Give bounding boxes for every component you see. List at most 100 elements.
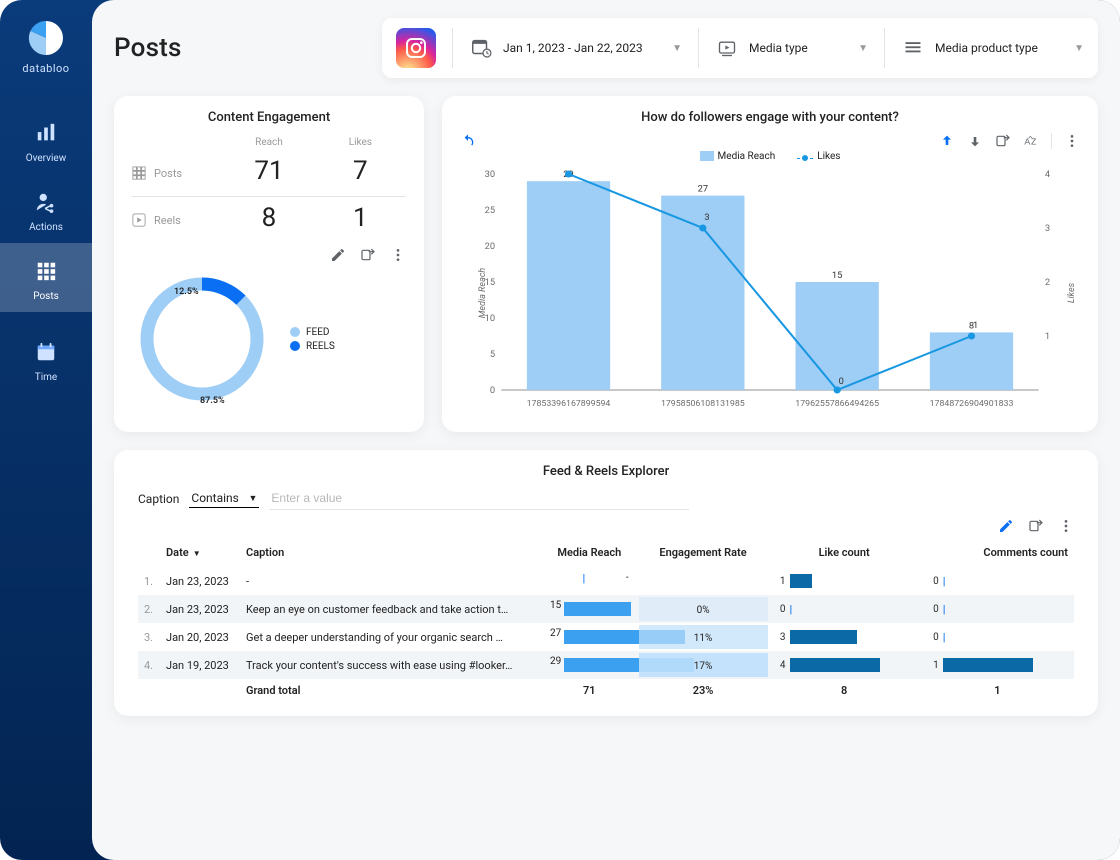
- filter-value-input[interactable]: [269, 487, 689, 510]
- svg-text:5: 5: [490, 350, 495, 360]
- more-icon[interactable]: [1058, 518, 1074, 534]
- export-icon[interactable]: [1028, 518, 1044, 534]
- export-icon[interactable]: [995, 133, 1011, 149]
- instagram-badge: [396, 28, 436, 68]
- nav-item-actions[interactable]: Actions: [0, 174, 92, 243]
- svg-text:27: 27: [698, 185, 708, 195]
- donut-chart: 12.5% 87.5%: [132, 269, 272, 409]
- nav-item-label: Overview: [26, 153, 67, 164]
- combo-chart: Media Reach Likes 0510152025301234291785…: [460, 168, 1080, 418]
- table-row[interactable]: 2.Jan 23, 2023Keep an eye on customer fe…: [138, 595, 1074, 623]
- sort-az-icon[interactable]: AZ: [1023, 133, 1039, 149]
- card-title: How do followers engage with your conten…: [460, 110, 1080, 125]
- filter-strip: Jan 1, 2023 - Jan 22, 2023 ▼ Media type …: [382, 18, 1098, 78]
- content-engagement-card: Content Engagement Reach Likes Posts 71 …: [114, 96, 424, 432]
- chevron-down-icon: ▼: [858, 43, 868, 54]
- svg-text:17853396167899594: 17853396167899594: [527, 399, 611, 409]
- reels-likes-value: 1: [315, 197, 406, 243]
- play-box-icon: [715, 36, 739, 60]
- col-date[interactable]: Date▼: [160, 538, 240, 567]
- arrow-down-icon[interactable]: [967, 133, 983, 149]
- feed-pct-label: 87.5%: [200, 396, 225, 406]
- table-row[interactable]: 3.Jan 20, 2023Get a deeper understanding…: [138, 623, 1074, 651]
- col-caption[interactable]: Caption: [240, 538, 540, 567]
- more-icon[interactable]: [1064, 133, 1080, 149]
- card-title: Feed & Reels Explorer: [138, 464, 1074, 479]
- sidebar: databloo Overview Actions Posts Time: [0, 0, 92, 860]
- svg-text:4: 4: [1045, 170, 1050, 180]
- col-comments[interactable]: Comments count: [921, 538, 1074, 567]
- table-row[interactable]: 4.Jan 19, 2023Track your content's succe…: [138, 651, 1074, 679]
- svg-text:20: 20: [485, 242, 495, 252]
- reels-row-label: Reels: [132, 197, 223, 243]
- topbar: Posts Jan 1, 2023 - Jan 22, 2023 ▼: [114, 18, 1098, 78]
- reels-reach-value: 8: [223, 197, 314, 243]
- calendar-icon: [32, 338, 60, 366]
- chart-legend: Media Reach Likes: [460, 151, 1080, 162]
- followers-engage-chart-card: How do followers engage with your conten…: [442, 96, 1098, 432]
- nav-item-overview[interactable]: Overview: [0, 105, 92, 174]
- undo-icon[interactable]: [460, 133, 476, 149]
- bars-icon: [32, 119, 60, 147]
- explorer-table: Date▼ Caption Media Reach Engagement Rat…: [138, 538, 1074, 702]
- nav-item-label: Actions: [29, 222, 63, 233]
- media-product-type-filter[interactable]: Media product type ▼: [884, 28, 1084, 68]
- main-content: Posts Jan 1, 2023 - Jan 22, 2023 ▼: [92, 0, 1120, 860]
- posts-reach-value: 71: [223, 150, 314, 196]
- calendar-clock-icon: [469, 36, 493, 60]
- donut-legend: FEED REELS: [290, 324, 335, 355]
- more-icon[interactable]: [390, 247, 406, 263]
- date-range-filter[interactable]: Jan 1, 2023 - Jan 22, 2023 ▼: [452, 28, 682, 68]
- nav-item-posts[interactable]: Posts: [0, 243, 92, 312]
- reach-header: Reach: [223, 133, 314, 150]
- col-eng[interactable]: Engagement Rate: [639, 538, 768, 567]
- export-icon[interactable]: [360, 247, 376, 263]
- svg-text:A: A: [1024, 136, 1030, 146]
- col-reach[interactable]: Media Reach: [540, 538, 639, 567]
- grand-total-row: Grand total 71 23% 8 1: [138, 679, 1074, 702]
- media-type-filter[interactable]: Media type ▼: [698, 28, 868, 68]
- play-small-icon: [132, 213, 146, 227]
- svg-text:3: 3: [704, 213, 709, 223]
- table-row[interactable]: 1.Jan 23, 2023--|10|: [138, 567, 1074, 595]
- svg-text:0: 0: [490, 386, 495, 396]
- filter-operator-select[interactable]: Contains ▼: [189, 489, 259, 508]
- svg-text:15: 15: [832, 271, 842, 281]
- nav-item-label: Time: [35, 372, 57, 383]
- brand-logo: [26, 18, 66, 58]
- svg-text:1: 1: [973, 321, 978, 331]
- media-product-type-label: Media product type: [935, 41, 1038, 55]
- card-title: Content Engagement: [132, 110, 406, 125]
- page-title: Posts: [114, 33, 182, 63]
- list-icon: [901, 36, 925, 60]
- svg-text:17958506108131985: 17958506108131985: [661, 399, 745, 409]
- media-type-label: Media type: [749, 41, 808, 55]
- date-range-value: Jan 1, 2023 - Jan 22, 2023: [503, 41, 643, 55]
- nav-item-label: Posts: [33, 291, 59, 302]
- table-header-row: Date▼ Caption Media Reach Engagement Rat…: [138, 538, 1074, 567]
- feed-reels-explorer-card: Feed & Reels Explorer Caption Contains ▼: [114, 450, 1098, 716]
- svg-text:4: 4: [570, 168, 575, 169]
- edit-icon[interactable]: [330, 247, 346, 263]
- filter-field-label: Caption: [138, 492, 179, 506]
- chevron-down-icon: ▼: [1074, 43, 1084, 54]
- svg-text:25: 25: [485, 206, 495, 216]
- likes-header: Likes: [315, 133, 406, 150]
- grid-icon: [32, 257, 60, 285]
- svg-text:17962557866494265: 17962557866494265: [795, 399, 879, 409]
- edit-icon[interactable]: [998, 518, 1014, 534]
- nav-item-time[interactable]: Time: [0, 324, 92, 393]
- svg-text:2: 2: [1045, 278, 1050, 288]
- svg-text:17848726904901833: 17848726904901833: [930, 399, 1014, 409]
- brand-name: databloo: [22, 62, 69, 75]
- svg-text:0: 0: [839, 377, 844, 387]
- posts-likes-value: 7: [315, 150, 406, 196]
- reels-pct-label: 12.5%: [174, 287, 199, 297]
- chevron-down-icon: ▼: [672, 43, 682, 54]
- col-likes[interactable]: Like count: [768, 538, 921, 567]
- brand: databloo: [22, 18, 69, 75]
- actions-icon: [32, 188, 60, 216]
- svg-text:30: 30: [485, 170, 495, 180]
- arrow-up-icon[interactable]: [939, 133, 955, 149]
- svg-text:3: 3: [1045, 224, 1050, 234]
